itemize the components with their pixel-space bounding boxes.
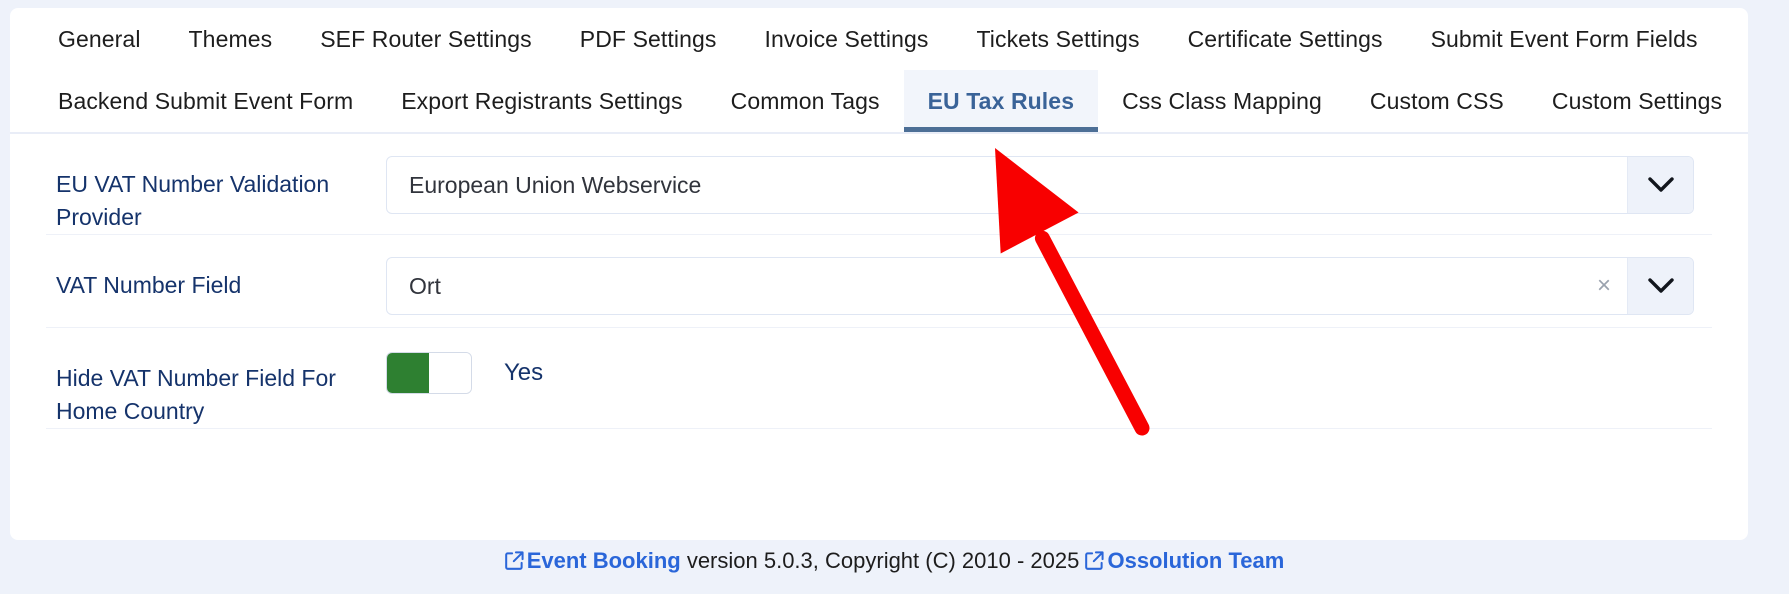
footer-version-text: version 5.0.3, Copyright (C) 2010 - 2025 [680,548,1086,573]
chevron-down-icon[interactable] [1627,157,1693,213]
control-vat-number-field: Ort × [386,257,1712,315]
label-vat-validation-provider: EU VAT Number Validation Provider [56,171,330,230]
tab-eu-tax-rules[interactable]: EU Tax Rules [903,70,1099,132]
tab-label: Backend Submit Event Form [58,87,354,114]
tab-label: Submit Event Form Fields [1430,25,1698,52]
hide-vat-home-country-toggle[interactable] [386,352,472,394]
tab-pdf-settings[interactable]: PDF Settings [556,8,741,70]
control-hide-vat-home-country: Yes [386,350,1712,394]
tab-label: Css Class Mapping [1122,87,1322,114]
settings-page: General Themes SEF Router Settings PDF Sett… [0,0,1789,594]
ossolution-team-link[interactable]: Ossolution Team [1085,548,1284,573]
tab-invoice-settings[interactable]: Invoice Settings [740,8,952,70]
external-link-icon [504,550,524,576]
tab-sef-router-settings[interactable]: SEF Router Settings [296,8,556,70]
settings-card: General Themes SEF Router Settings PDF Sett… [10,8,1748,540]
form-row-vat-validation-provider: EU VAT Number Validation Provider Europe… [46,134,1712,235]
tab-label: Tickets Settings [976,25,1140,52]
tab-label: Export Registrants Settings [401,87,683,114]
vat-number-field-select[interactable]: Ort × [386,257,1694,315]
tab-row-secondary: Backend Submit Event Form Export Registra… [34,70,1724,132]
event-booking-link[interactable]: Event Booking [504,548,681,576]
tab-label: EU Tax Rules [927,87,1075,114]
tab-label: Custom CSS [1369,87,1504,114]
toggle-on-segment [387,353,429,393]
tab-label: General [58,25,141,52]
label-vat-number-field: VAT Number Field [56,272,242,298]
tab-css-class-mapping[interactable]: Css Class Mapping [1098,70,1346,132]
tab-label: SEF Router Settings [320,25,532,52]
tab-label: Common Tags [730,87,880,114]
tab-row-primary: General Themes SEF Router Settings PDF Sett… [34,8,1724,70]
ossolution-team-link-label: Ossolution Team [1107,548,1285,573]
chevron-down-icon[interactable] [1627,258,1693,314]
tab-certificate-settings[interactable]: Certificate Settings [1164,8,1407,70]
event-booking-link-label: Event Booking [526,548,681,573]
toggle-group: Yes [386,350,1694,394]
form-row-vat-number-field: VAT Number Field Ort × [46,235,1712,328]
tab-bar: General Themes SEF Router Settings PDF Sett… [10,8,1748,134]
tab-common-tags[interactable]: Common Tags [707,70,904,132]
toggle-state-label: Yes [504,359,544,386]
form-row-hide-vat-home-country: Hide VAT Number Field For Home Country Y… [46,328,1712,429]
tab-label: Themes [188,25,273,52]
tab-export-registrants-settings[interactable]: Export Registrants Settings [377,70,706,132]
tab-label: Invoice Settings [764,25,929,52]
tab-custom-css[interactable]: Custom CSS [1346,70,1528,132]
vat-number-field-value: Ort [409,272,441,299]
page-footer: Event Booking version 5.0.3, Copyright (… [0,548,1789,576]
tab-backend-submit-event-form[interactable]: Backend Submit Event Form [34,70,377,132]
toggle-off-segment [429,353,471,393]
tab-themes[interactable]: Themes [165,8,297,70]
tab-label: PDF Settings [579,25,717,52]
external-link-icon [1085,550,1105,576]
vat-validation-provider-value: European Union Webservice [409,171,702,198]
tab-custom-settings[interactable]: Custom Settings [1528,70,1746,132]
label-hide-vat-home-country: Hide VAT Number Field For Home Country [56,365,336,424]
vat-validation-provider-select[interactable]: European Union Webservice [386,156,1694,214]
clear-selection-icon[interactable]: × [1581,258,1627,314]
tab-general[interactable]: General [34,8,165,70]
tab-submit-event-form-fields[interactable]: Submit Event Form Fields [1407,8,1722,70]
tab-label: Custom Settings [1551,87,1723,114]
tab-label: Certificate Settings [1187,25,1383,52]
eu-tax-rules-form: EU VAT Number Validation Provider Europe… [10,134,1748,429]
control-vat-validation-provider: European Union Webservice [386,156,1712,214]
tab-tickets-settings[interactable]: Tickets Settings [952,8,1163,70]
